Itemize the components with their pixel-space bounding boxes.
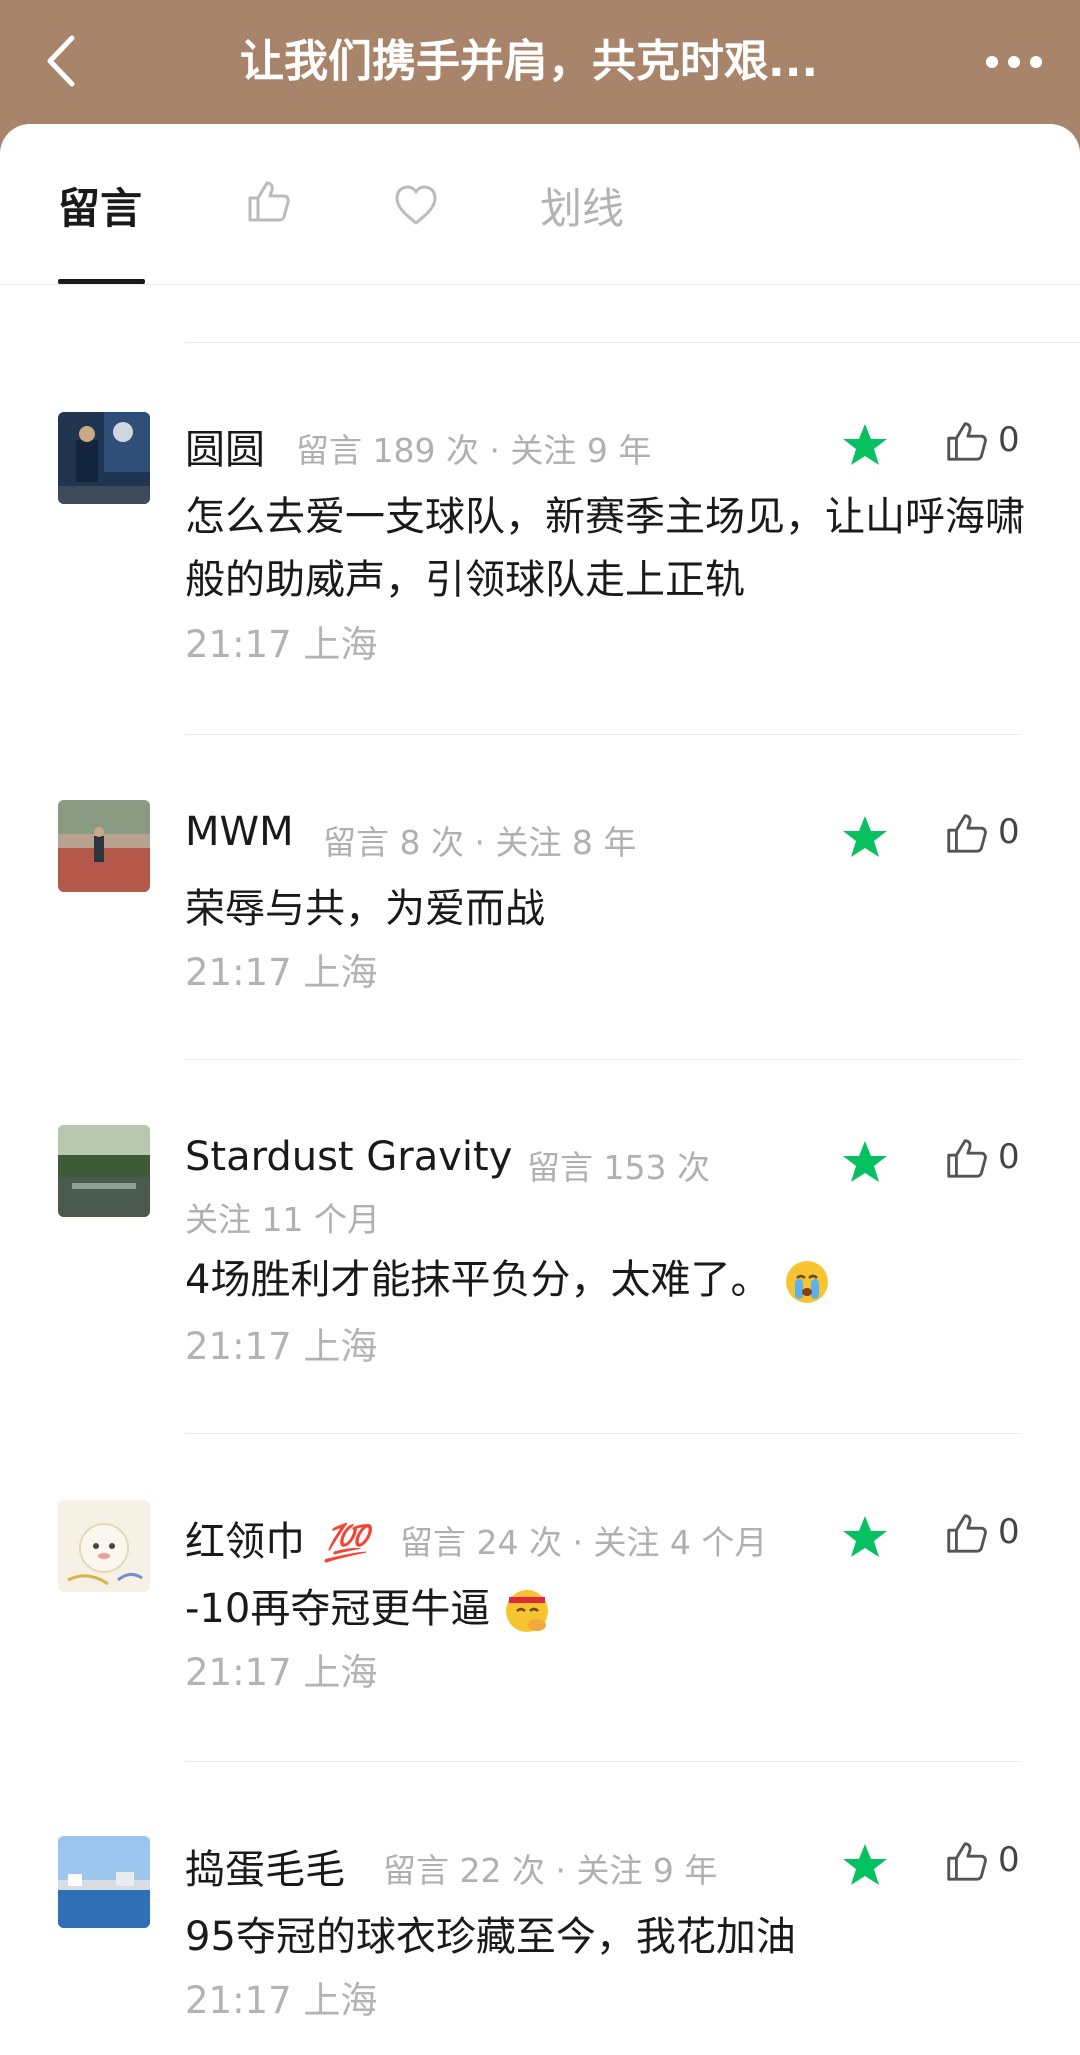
like-count: 0 xyxy=(998,1137,1020,1177)
tab-comments[interactable]: 留言 xyxy=(58,174,142,244)
avatar[interactable] xyxy=(58,1125,150,1217)
like-button[interactable]: 0 xyxy=(943,809,1033,863)
comment-text-content: 4场胜利才能抹平负分，太难了。 xyxy=(185,1257,771,1303)
thumbs-up-icon xyxy=(947,422,987,461)
comment-text-content: -10再夺冠更牛逼 xyxy=(185,1586,491,1632)
comment-divider xyxy=(185,1433,1022,1434)
like-count: 0 xyxy=(998,812,1020,852)
thumbs-up-icon xyxy=(947,1139,987,1178)
comments-sheet: 留言 划线 圆圆 留言 189 次 · 关注 9 年 0 怎么去爱一支球队，新赛… xyxy=(0,124,1080,2055)
like-button[interactable]: 0 xyxy=(943,417,1033,471)
commenter-name[interactable]: 红领巾 💯 xyxy=(185,1509,369,1567)
comment-divider xyxy=(185,734,1022,735)
featured-star-button[interactable] xyxy=(840,1841,890,1889)
top-bar: 让我们携手并肩，共克时艰... xyxy=(0,0,1080,130)
featured-star-button[interactable] xyxy=(840,421,890,469)
like-count: 0 xyxy=(998,1512,1020,1552)
thumbs-up-icon xyxy=(248,181,290,222)
thumbs-up-icon xyxy=(947,814,987,853)
like-count: 0 xyxy=(998,420,1020,460)
comment-divider xyxy=(185,1059,1022,1060)
featured-star-button[interactable] xyxy=(840,813,890,861)
comment-text: 95夺冠的球衣珍藏至今，我花加油 xyxy=(185,1914,796,1960)
comment-time-location: 21:17 上海 xyxy=(185,951,378,994)
back-button[interactable] xyxy=(38,30,88,92)
like-button[interactable]: 0 xyxy=(943,1837,1033,1891)
tab-bar: 留言 划线 xyxy=(0,124,1080,285)
star-icon xyxy=(843,1844,887,1885)
avatar[interactable] xyxy=(58,412,150,504)
hundred-points-badge: 💯 xyxy=(323,1523,369,1564)
avatar[interactable] xyxy=(58,1836,150,1928)
more-horizontal-icon xyxy=(986,56,1042,68)
commenter-name[interactable]: Stardust Gravity xyxy=(185,1134,512,1180)
divider xyxy=(185,342,1080,343)
heart-icon xyxy=(395,185,437,225)
star-icon xyxy=(843,1141,887,1182)
featured-star-button[interactable] xyxy=(840,1513,890,1561)
chevron-left-icon xyxy=(47,35,75,87)
star-icon xyxy=(843,424,887,465)
comment-meta: 留言 8 次 · 关注 8 年 xyxy=(323,823,637,862)
tab-likes[interactable] xyxy=(244,176,292,246)
comment-time-location: 21:17 上海 xyxy=(185,623,378,666)
like-button[interactable]: 0 xyxy=(943,1509,1033,1563)
comment-meta: 留言 24 次 · 关注 4 个月 xyxy=(400,1523,768,1562)
star-icon xyxy=(843,816,887,857)
comment-text: -10再夺冠更牛逼 xyxy=(185,1578,1030,1641)
avatar[interactable] xyxy=(58,800,150,892)
avatar[interactable] xyxy=(58,1500,150,1592)
comment-meta: 留言 22 次 · 关注 9 年 xyxy=(383,1851,718,1890)
like-count: 0 xyxy=(998,1840,1020,1880)
comment-meta: 留言 189 次 · 关注 9 年 xyxy=(296,431,652,470)
tabs-divider xyxy=(0,284,1080,285)
thumbs-up-icon xyxy=(947,1514,987,1553)
star-icon xyxy=(843,1516,887,1557)
comment-meta: 留言 153 次 xyxy=(527,1148,710,1187)
comment-text: 4场胜利才能抹平负分，太难了。 xyxy=(185,1249,1030,1312)
tab-favorites[interactable] xyxy=(392,178,440,248)
page-title: 让我们携手并肩，共克时艰... xyxy=(240,36,819,87)
more-button[interactable] xyxy=(982,40,1046,84)
commenter-name[interactable]: MWM xyxy=(185,809,294,855)
comment-time-location: 21:17 上海 xyxy=(185,1979,378,2022)
like-button[interactable]: 0 xyxy=(943,1134,1033,1188)
comment-meta-follow: 关注 11 个月 xyxy=(185,1200,380,1239)
commenter-name-text: 红领巾 xyxy=(185,1519,305,1565)
comment-text: 怎么去爱一支球队，新赛季主场见，让山呼海啸般的助威声，引领球队走上正轨 xyxy=(185,494,1025,603)
thinking-face-emoji xyxy=(506,1590,549,1632)
thumbs-up-icon xyxy=(947,1842,987,1881)
commenter-name[interactable]: 捣蛋毛毛 xyxy=(185,1837,345,1895)
comment-time-location: 21:17 上海 xyxy=(185,1325,378,1368)
commenter-name[interactable]: 圆圆 xyxy=(185,417,265,475)
crying-face-emoji xyxy=(786,1261,829,1303)
comment-divider xyxy=(185,1761,1022,1762)
tab-highlights[interactable]: 划线 xyxy=(540,174,624,244)
featured-star-button[interactable] xyxy=(840,1138,890,1186)
comment-time-location: 21:17 上海 xyxy=(185,1651,378,1694)
comment-text: 荣辱与共，为爱而战 xyxy=(185,886,545,932)
